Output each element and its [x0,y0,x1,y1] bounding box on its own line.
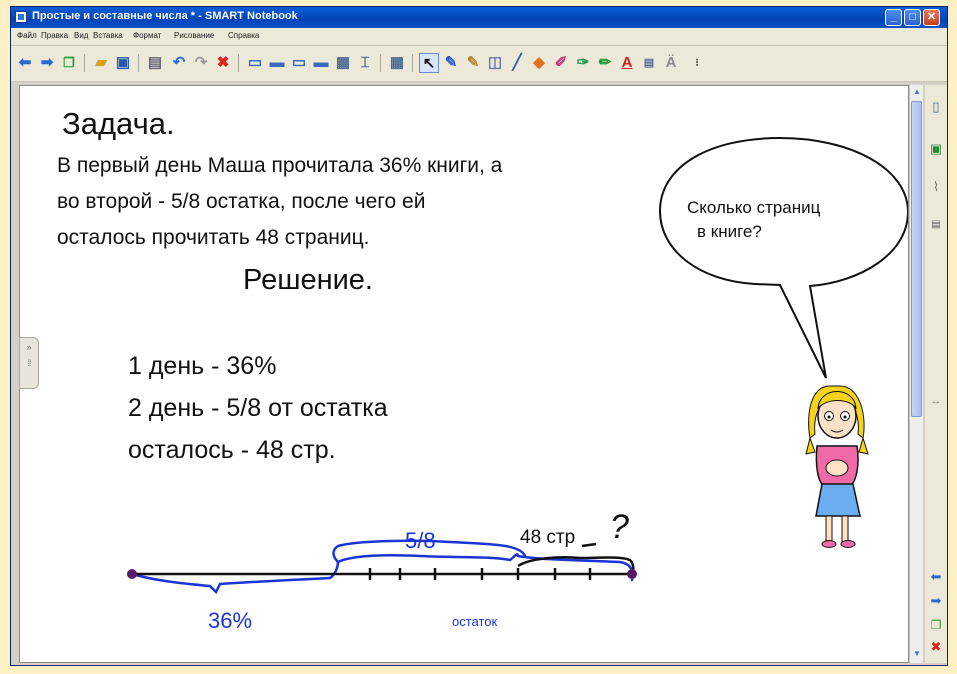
forward-arrow-icon[interactable]: ➡ [37,53,57,73]
properties-tab-icon[interactable]: ▤ [927,215,945,235]
font-icon[interactable]: Ä [661,53,681,73]
next-page-icon[interactable]: ➡ [927,591,945,611]
save-icon[interactable]: ▣ [113,53,133,73]
app-icon [15,11,27,23]
drawing-layer [127,136,908,595]
toolbar-separator [238,54,239,72]
properties-icon[interactable]: ▤ [639,53,659,73]
magic-pen-icon[interactable]: ✑ [573,53,593,73]
toolbar-separator [138,54,139,72]
toolbar-separator [412,54,413,72]
eraser-icon[interactable]: ◫ [485,53,505,73]
menu-help[interactable]: Справка [228,31,259,40]
toolbar: ⬅ ➡ ❐ ▰ ▣ ▤ ↶ ↷ ✖ ▭ ▬ ▭ ▬ ▦ ⌶ ▦ ↖ ✎ ✎ ◫ … [11,46,947,82]
show-table-icon[interactable]: ▬ [311,53,331,73]
shape-icon[interactable]: ◆ [529,53,549,73]
scroll-thumb[interactable] [911,101,922,417]
open-folder-icon[interactable]: ▰ [91,53,111,73]
close-button[interactable]: ✕ [923,9,940,26]
capture-icon[interactable]: ▦ [333,53,353,73]
back-arrow-icon[interactable]: ⬅ [15,53,35,73]
segment-start-point [127,569,137,579]
speech-line-1: Сколько страниц [687,198,821,217]
attachments-icon[interactable]: ⌇ [927,177,945,197]
screen-shade-icon[interactable]: ▭ [245,53,265,73]
fill-icon[interactable]: ✐ [551,53,571,73]
menu-edit[interactable]: Правка [41,31,68,40]
creative-pen-icon[interactable]: ✎ [463,53,483,73]
remaining-pages-label: 48 стр [520,527,576,548]
side-tab-panel: ▯ ▣ ⌇ ▤ ↔ ⬅ ➡ ❐ ✖ [925,85,947,663]
menu-bar: Файл Правка Вид Вставка Формат Рисование… [11,28,947,46]
menu-view[interactable]: Вид [74,31,88,40]
app-window: Простые и составные числа * - SMART Note… [10,6,948,666]
menu-file[interactable]: Файл [17,31,37,40]
window-title: Простые и составные числа * - SMART Note… [32,10,298,22]
grip-icon: ⁞⁞ [27,358,31,368]
shape-recognition-icon[interactable]: ✏ [595,53,615,73]
full-screen-icon[interactable]: ▬ [267,53,287,73]
redo-icon[interactable]: ↷ [191,53,211,73]
pen-icon[interactable]: ✎ [441,53,461,73]
speech-line-2: в книге? [697,222,762,241]
add-page-icon[interactable]: ❐ [927,615,945,635]
segment-end-point [627,569,637,579]
table-icon[interactable]: ⌶ [355,53,375,73]
page-sorter-tab[interactable]: » ⁞⁞ [19,337,39,389]
speech-bubble [658,136,908,379]
scroll-up-icon[interactable]: ▲ [912,87,922,97]
maximize-button[interactable]: □ [904,9,921,26]
whiteboard-page[interactable]: Задача. В первый день Маша прочитала 36%… [19,85,909,663]
delete-page-icon[interactable]: ✖ [927,637,945,657]
dual-display-icon[interactable]: ▭ [289,53,309,73]
new-page-icon[interactable]: ❐ [59,53,79,73]
segment-line [132,542,635,580]
toolbar-separator [380,54,381,72]
girl-figure [805,385,869,548]
expand-chevron-icon: » [26,342,32,352]
gallery-icon[interactable]: ▣ [927,139,945,159]
insert-table-icon[interactable]: ▦ [387,53,407,73]
select-arrow-icon[interactable]: ↖ [419,53,439,73]
delete-icon[interactable]: ✖ [213,53,233,73]
toolbar-separator [84,54,85,72]
fraction-label: 5/8 [405,528,436,553]
scroll-down-icon[interactable]: ▼ [912,649,922,659]
menu-insert[interactable]: Вставка [93,31,123,40]
page-sorter-icon[interactable]: ▯ [927,97,945,117]
title-bar: Простые и составные числа * - SMART Note… [11,7,947,28]
text-icon[interactable]: A [617,53,637,73]
line-icon[interactable]: ╱ [507,53,527,73]
more-icon[interactable]: ⁝ [687,53,707,73]
minimize-button[interactable]: _ [885,9,902,26]
previous-page-icon[interactable]: ⬅ [927,567,945,587]
remainder-label: остаток [452,614,498,629]
undo-icon[interactable]: ↶ [169,53,189,73]
question-mark-label: ? [610,508,629,546]
paste-icon[interactable]: ▤ [145,53,165,73]
resize-panel-icon[interactable]: ↔ [927,391,945,411]
percent-label: 36% [208,608,253,633]
vertical-scrollbar[interactable]: ▲ ▼ [909,85,923,663]
menu-format[interactable]: Формат [133,31,161,40]
menu-draw[interactable]: Рисование [174,31,214,40]
